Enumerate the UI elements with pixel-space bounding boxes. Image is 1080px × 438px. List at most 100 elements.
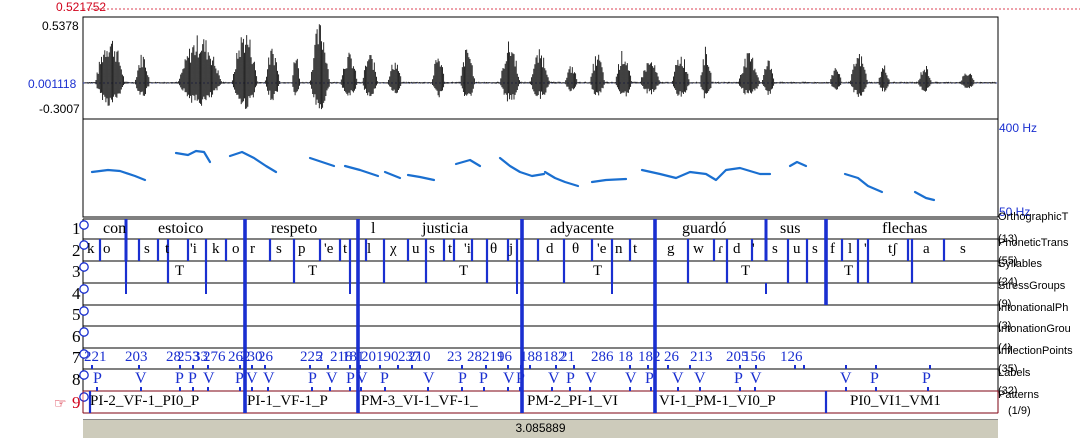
phone-label: s [960,241,966,257]
label-value: V [694,370,706,387]
phone-label: a [923,241,930,257]
pattern-label: PI0_VI1_VM1 [850,393,941,409]
tier-7-name[interactable]: InflectionPoints [998,345,1073,357]
tier-6-number[interactable]: 6 [72,328,81,346]
tier-6-name[interactable]: IntonationGrou [998,323,1071,335]
phone-label: u [412,241,420,257]
waveform [84,24,997,110]
stress-mark: T [308,263,318,279]
tier-4-number[interactable]: 4 [72,285,81,303]
inflection-value: 28 [467,349,482,365]
label-value: V [423,370,435,387]
phone-label: r [250,241,255,257]
pitch-segment [543,170,580,188]
phone-label: t [448,241,453,257]
pitch-segment [640,166,772,182]
label-value: P [645,370,654,387]
tier-9-count: (1/9) [1008,405,1031,417]
pitch-segment [90,168,147,182]
tier-4-name[interactable]: StressGroups [998,280,1065,292]
inflection-value: 2 [316,349,324,365]
phone-label: u [793,241,801,257]
tier-handle [79,284,89,294]
inflection-value: 156 [743,349,766,365]
word-label: adyacente [550,220,614,237]
phone-label: tʃ [888,241,898,257]
tier-7-number[interactable]: 7 [72,349,81,367]
phone-label: o [232,241,240,257]
tier-1-name[interactable]: OrthographicT [998,211,1068,223]
phone-label: t [633,241,638,257]
tier-5-number[interactable]: 5 [72,306,81,324]
label-value: V [750,370,762,387]
tier-9-name[interactable]: Patterns [998,389,1039,401]
label-value: P [380,370,389,387]
label-value: P [566,370,575,387]
pitch-segment [454,158,482,168]
tier-8-number[interactable]: 8 [72,371,81,389]
phone-label: 'i [190,241,197,257]
label-value: V [263,370,275,387]
inflection-value: 286 [591,349,614,365]
label-value: V [548,370,560,387]
pitch-segment [308,156,336,168]
pitch-segment [343,164,380,178]
phone-label: f [830,241,835,257]
stress-mark: T [593,263,603,279]
label-value: V [840,370,852,387]
pitch-segment [383,170,402,180]
label-value: P [516,370,525,387]
pattern-label: VI-1_PM-1_VI0_P [659,393,776,409]
pattern-label: PM-3_VI-1_VF-1_ [361,393,478,409]
tier-5-name[interactable]: IntonationalPh [998,302,1068,314]
phone-label: s [429,241,435,257]
tier-2-name[interactable]: PhoneticTrans [998,237,1069,249]
stress-mark: T [844,263,854,279]
tier-1-number[interactable]: 1 [72,220,81,238]
label-value: P [188,370,197,387]
pattern-label: PI-2_VF-1_PI0_P [90,393,200,409]
pitch-frame [82,118,999,218]
selected-tier-arrow-icon: ☞ [54,396,67,412]
phone-label: 'e [324,241,334,257]
label-value: P [308,370,317,387]
word-label: con [103,220,127,237]
label-value: P [175,370,184,387]
phone-label: p [298,241,306,257]
word-label: justicia [422,220,469,237]
inflection-value: 188 [520,349,543,365]
phone-label: 'e [597,241,607,257]
word-label: sus [780,220,801,237]
tier-handle [79,306,89,316]
phone-label: n [615,241,623,257]
label-value: P [93,370,102,387]
label-value: V [246,370,258,387]
tier-3-number[interactable]: 3 [72,263,81,281]
label-value: V [356,370,368,387]
phone-label: t [165,241,170,257]
pitch-segment [498,156,546,178]
word-label: guardó [682,220,727,237]
stress-mark: T [741,263,751,279]
pitch-segment [406,173,436,182]
phone-label: l [367,241,372,257]
pitch-segment [174,149,212,164]
phone-label: k [212,241,220,257]
phone-label: g [667,241,675,257]
tier-9-number[interactable]: 9 [72,394,81,412]
inflection-value: 210 [408,349,431,365]
stress-mark: T [175,263,185,279]
tier-2-number[interactable]: 2 [72,242,81,260]
word-label: respeto [271,220,318,237]
label-value: V [625,370,637,387]
pattern-label: PI-1_VF-1_P [247,393,328,409]
phone-label: s [144,241,150,257]
tier-3-name[interactable]: Syllables [998,258,1042,270]
inflection-value: 18 [618,349,633,365]
phone-label: t [343,241,348,257]
inflection-value: 23 [447,349,462,365]
total-duration-bar[interactable]: 3.085889 [83,419,998,438]
tier-8-name[interactable]: Labels [998,367,1030,379]
label-value: P [479,370,488,387]
sound-editor-canvas[interactable]: ☞ [0,0,1080,437]
